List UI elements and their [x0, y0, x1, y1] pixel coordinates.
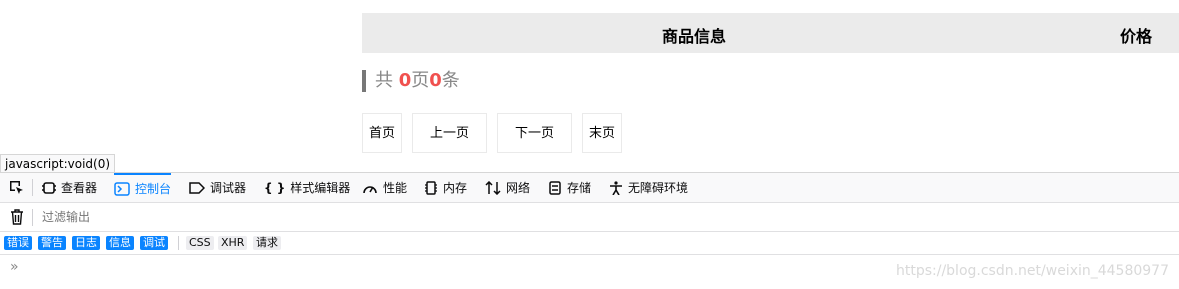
- level-logs-toggle[interactable]: 日志: [72, 236, 100, 250]
- total-pages: 0: [398, 70, 412, 91]
- filter-separator: [32, 209, 33, 226]
- level-errors-toggle[interactable]: 错误: [4, 236, 32, 250]
- memory-chip-icon: [425, 180, 437, 195]
- request-xhr-toggle[interactable]: XHR: [218, 236, 248, 250]
- next-page-button[interactable]: 下一页: [497, 113, 572, 153]
- request-css-toggle[interactable]: CSS: [186, 236, 214, 250]
- tabbar-separator: [32, 179, 33, 196]
- column-header-product: 商品信息: [662, 27, 727, 46]
- prev-page-button[interactable]: 上一页: [412, 113, 487, 153]
- tab-label: 网络: [506, 181, 531, 195]
- levels-separator: [178, 236, 179, 250]
- debugger-icon: [189, 181, 205, 194]
- storage-icon: [549, 180, 561, 195]
- tab-label: 性能: [383, 181, 408, 195]
- summary-prefix: 共: [375, 70, 399, 91]
- tab-storage[interactable]: 存储: [548, 173, 591, 202]
- tab-network[interactable]: 网络: [485, 173, 530, 202]
- tab-label: 无障碍环境: [628, 181, 689, 195]
- tab-label: 调试器: [210, 181, 247, 195]
- pages-unit: 页: [411, 70, 430, 91]
- tab-console[interactable]: 控制台: [114, 173, 172, 202]
- tab-performance[interactable]: 性能: [362, 173, 407, 202]
- tab-label: 内存: [443, 181, 468, 195]
- devtools-panel: 查看器 控制台 调试器 { } 样式编辑器 性能 内存 网络 存储 无障碍环境 …: [0, 172, 1179, 289]
- level-warnings-toggle[interactable]: 警告: [38, 236, 66, 250]
- first-page-button[interactable]: 首页: [362, 113, 402, 153]
- column-header-price: 价格: [1120, 27, 1153, 46]
- console-icon: [114, 181, 130, 196]
- gauge-icon: [363, 185, 377, 193]
- element-picker-icon[interactable]: [8, 179, 24, 198]
- tab-label: 样式编辑器: [290, 181, 351, 195]
- tab-style-editor[interactable]: { } 样式编辑器: [264, 173, 350, 202]
- items-unit: 条: [441, 70, 460, 91]
- status-tooltip: javascript:void(0): [0, 154, 116, 173]
- accessibility-person-icon: [610, 180, 622, 195]
- braces-icon: { }: [264, 180, 286, 195]
- table-header: 商品信息 价格: [362, 13, 1179, 53]
- tab-inspector[interactable]: 查看器: [42, 173, 97, 202]
- tab-accessibility[interactable]: 无障碍环境: [609, 173, 688, 202]
- trash-icon[interactable]: [10, 209, 24, 228]
- tab-label: 查看器: [61, 181, 98, 195]
- console-prompt[interactable]: »: [10, 259, 19, 275]
- total-items: 0: [429, 70, 442, 91]
- log-level-filters: 错误 警告 日志 信息 调试 CSS XHR 请求: [0, 232, 1179, 255]
- inspector-icon: [42, 181, 56, 194]
- tab-label: 控制台: [135, 182, 172, 196]
- level-info-toggle[interactable]: 信息: [106, 236, 134, 250]
- tab-debugger[interactable]: 调试器: [189, 173, 246, 202]
- filter-output-input[interactable]: [36, 207, 448, 227]
- console-filter-bar: [0, 203, 1179, 232]
- pagination-summary: 共 0页0条: [362, 70, 460, 92]
- tab-memory[interactable]: 内存: [424, 173, 467, 202]
- last-page-button[interactable]: 末页: [582, 113, 622, 153]
- request-requests-toggle[interactable]: 请求: [253, 236, 281, 250]
- network-arrows-icon: [485, 180, 501, 195]
- tab-label: 存储: [567, 181, 592, 195]
- watermark-text: https://blog.csdn.net/weixin_44580977: [895, 263, 1169, 279]
- devtools-tabbar: 查看器 控制台 调试器 { } 样式编辑器 性能 内存 网络 存储 无障碍环境: [0, 173, 1179, 203]
- level-debug-toggle[interactable]: 调试: [140, 236, 168, 250]
